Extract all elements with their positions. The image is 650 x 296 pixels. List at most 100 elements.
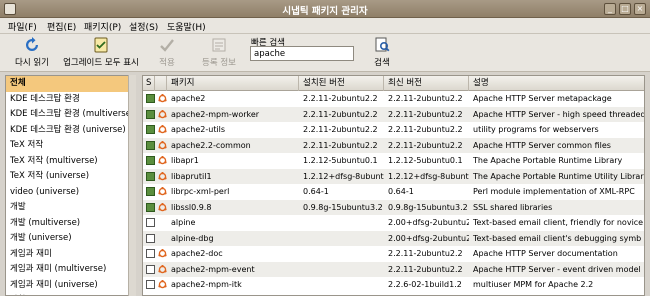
category-item[interactable]: KDE 데스크탑 환경 (universe) <box>6 123 134 139</box>
package-description: Apache HTTP Server - event driven model <box>473 264 641 274</box>
ubuntu-support-icon <box>158 171 167 180</box>
table-row[interactable]: libapr1 1.2.12-5ubuntu0.1 1.2.12-5ubuntu0.… <box>143 153 644 169</box>
latest-version: 2.00+dfsg-2ubuntu2 <box>388 218 469 227</box>
package-description: multiuser MPM for Apache 2.2 <box>473 280 594 289</box>
table-row[interactable]: apache2-mpm-event 2.2.11-2ubuntu2.2 Apache… <box>143 261 644 277</box>
mark-all-upgrades-button[interactable]: 업그레이드 모두 표시 <box>58 37 144 68</box>
package-description: The Apache Portable Runtime Library <box>473 156 623 165</box>
window-title: 시냅틱 패키지 관리자 <box>282 6 368 17</box>
package-status-checkbox[interactable] <box>146 94 155 103</box>
column-header-package[interactable]: 패키지 <box>167 76 299 91</box>
category-item[interactable]: 게임과 재미 (universe) <box>6 278 134 294</box>
package-status-checkbox[interactable] <box>146 156 155 165</box>
category-item[interactable]: KDE 데스크탑 환경 (multiverse) <box>6 107 134 123</box>
latest-version: 2.2.11-2ubuntu2.2 <box>388 94 463 103</box>
category-item[interactable]: 게임과 재미 (multiverse) <box>6 262 134 278</box>
column-header-support[interactable] <box>155 76 167 91</box>
package-status-checkbox[interactable] <box>146 264 155 274</box>
table-row[interactable]: apache2-mpm-worker 2.2.11-2ubuntu2.2 2.2.1… <box>143 106 644 122</box>
package-name: apache2-mpm-worker <box>171 109 260 119</box>
package-status-checkbox[interactable] <box>146 202 155 212</box>
category-item[interactable]: KDE 데스크탑 환경 <box>6 92 134 108</box>
latest-version: 0.64-1 <box>388 187 414 196</box>
installed-version: 1.2.12+dfsg-8ubuntu1 <box>303 171 384 181</box>
table-row[interactable]: apache2-doc 2.2.11-2ubuntu2.2 Apache HTTP … <box>143 246 644 262</box>
package-status-checkbox[interactable] <box>146 233 155 243</box>
package-name: libapr1 <box>171 156 199 165</box>
table-row[interactable]: alpine 2.00+dfsg-2ubuntu2 Text-based email… <box>143 215 644 231</box>
table-row[interactable]: alpine-dbg 2.00+dfsg-2ubuntu2 Text-based e… <box>143 230 644 247</box>
package-name: apache2-mpm-event <box>171 264 255 274</box>
maximize-button[interactable]: □ <box>619 3 631 15</box>
package-status-checkbox[interactable] <box>146 140 155 150</box>
package-description: Apache HTTP Server common files <box>473 140 611 150</box>
table-row[interactable]: apache2-utils 2.2.11-2ubuntu2.2 2.2.11-2ub… <box>143 122 644 138</box>
search-button[interactable]: 검색 <box>370 37 394 68</box>
package-name: apache2-utils <box>171 125 226 134</box>
package-description: utility programs for webservers <box>473 125 599 134</box>
column-header-installed[interactable]: 설치된 버전 <box>299 76 384 91</box>
category-item[interactable]: TeX 저작 <box>6 138 134 154</box>
quick-search-input[interactable] <box>250 46 354 61</box>
table-row[interactable]: librpc-xml-perl 0.64-1 0.64-1 Perl module i… <box>143 184 644 200</box>
minimize-button[interactable]: _ <box>604 3 616 15</box>
installed-version: 2.2.11-2ubuntu2.2 <box>303 125 378 134</box>
category-item[interactable]: 개발 <box>6 200 134 216</box>
table-row[interactable]: libaprutil1 1.2.12+dfsg-8ubuntu1 1.2.12+df… <box>143 168 644 184</box>
menu-bar: 파일(F) 편집(E) 패키지(P) 설정(S) 도움말(H) <box>0 18 650 34</box>
category-item[interactable]: 게임과 재미 <box>6 247 134 263</box>
latest-version: 2.00+dfsg-2ubuntu2 <box>388 233 469 243</box>
installed-version <box>301 215 384 231</box>
column-header-latest[interactable]: 최신 버전 <box>384 76 469 91</box>
close-button[interactable]: × <box>634 3 646 15</box>
category-item[interactable]: 전체 <box>6 76 134 92</box>
package-status-checkbox[interactable] <box>146 187 155 196</box>
menu-file[interactable]: 파일(F) <box>8 20 37 33</box>
installed-version <box>301 231 384 247</box>
category-item[interactable]: 개발 (multiverse) <box>6 216 134 232</box>
column-header-description[interactable]: 설명 <box>469 76 644 91</box>
package-status-checkbox[interactable] <box>146 249 155 258</box>
search-icon <box>374 37 390 53</box>
category-item[interactable]: 개발 (universe) <box>6 231 134 247</box>
category-item[interactable]: TeX 저작 (universe) <box>6 169 134 185</box>
package-status-checkbox[interactable] <box>146 109 155 119</box>
menu-help[interactable]: 도움말(H) <box>167 20 206 33</box>
menu-settings[interactable]: 설정(S) <box>129 20 158 33</box>
category-item[interactable]: video (universe) <box>6 185 134 201</box>
menu-package[interactable]: 패키지(P) <box>84 20 121 33</box>
mark-all-label: 업그레이드 모두 표시 <box>63 58 139 68</box>
table-row[interactable]: libssl0.9.8 0.9.8g-15ubuntu3.2 0.9.8g-15ub… <box>143 199 644 215</box>
toolbar: 다시 읽기 업그레이드 모두 표시 적용 등록 정보 빠른 검색 검색 <box>0 34 650 72</box>
installed-version <box>301 246 384 262</box>
package-description: SSL shared libraries <box>473 202 553 212</box>
package-description: Apache HTTP Server documentation <box>473 249 618 258</box>
ubuntu-support-icon <box>158 156 167 165</box>
ubuntu-support-icon <box>158 187 167 196</box>
latest-version: 1.2.12+dfsg-8ubuntu1 <box>388 171 469 181</box>
category-item[interactable]: TeX 저작 (multiverse) <box>6 154 134 170</box>
package-status-checkbox[interactable] <box>146 125 155 134</box>
menu-edit[interactable]: 편집(E) <box>47 20 76 33</box>
apply-button[interactable]: 적용 <box>152 37 182 68</box>
ubuntu-support-icon <box>158 125 167 134</box>
latest-version: 2.2.11-2ubuntu2.2 <box>388 109 463 119</box>
properties-button[interactable]: 등록 정보 <box>196 37 242 68</box>
properties-label: 등록 정보 <box>202 58 236 68</box>
reload-button[interactable]: 다시 읽기 <box>10 37 54 68</box>
installed-version: 2.2.11-2ubuntu2.2 <box>303 140 378 150</box>
column-header-status[interactable]: S <box>143 76 155 91</box>
table-row[interactable]: apache2-mpm-itk 2.2.6-02-1build1.2 multius… <box>143 277 644 293</box>
package-name: apache2-doc <box>171 249 223 258</box>
package-status-checkbox[interactable] <box>146 218 155 227</box>
category-scrollbar[interactable] <box>128 75 136 296</box>
package-description: Perl module implementation of XML-RPC <box>473 187 635 196</box>
package-status-checkbox[interactable] <box>146 280 155 289</box>
package-status-checkbox[interactable] <box>146 171 155 181</box>
table-row[interactable]: apache2 2.2.11-2ubuntu2.2 2.2.11-2ubuntu2.… <box>143 91 644 107</box>
reload-label: 다시 읽기 <box>15 58 49 68</box>
package-description: Apache HTTP Server metapackage <box>473 94 612 103</box>
package-name: alpine <box>171 218 196 227</box>
package-name: alpine-dbg <box>171 233 214 243</box>
table-row[interactable]: apache2.2-common 2.2.11-2ubuntu2.2 2.2.11-… <box>143 137 644 153</box>
